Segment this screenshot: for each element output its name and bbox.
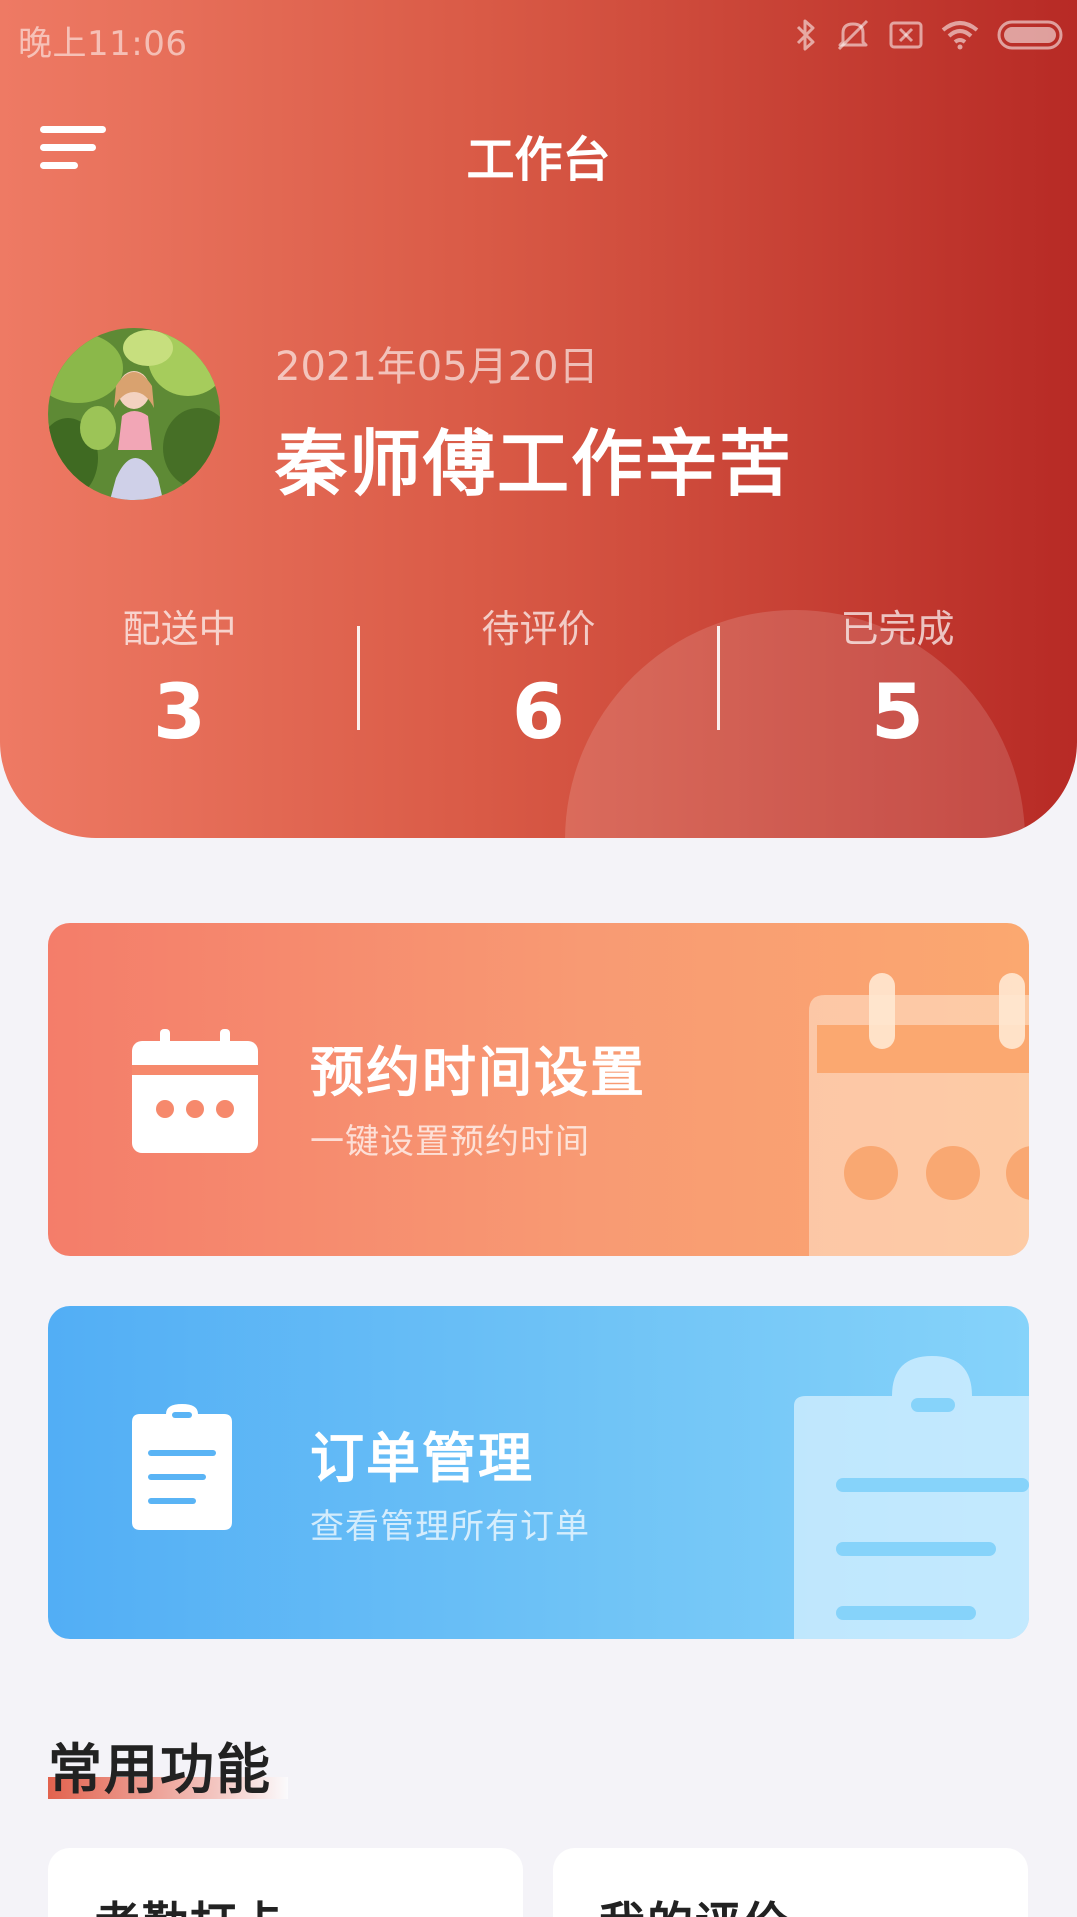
header-card: 晚上11:06 工作台 2021年05月20日 秦师傅工作辛苦 配送中 3 待评… xyxy=(0,0,1077,838)
sim-off-icon xyxy=(889,21,923,53)
page-title: 工作台 xyxy=(466,132,611,188)
calendar-bg-icon xyxy=(809,973,1029,1256)
status-icons xyxy=(795,18,1063,56)
mute-icon xyxy=(835,18,871,56)
stat-label: 已完成 xyxy=(840,607,955,651)
stat-divider xyxy=(357,626,360,730)
status-time: 晚上11:06 xyxy=(18,24,188,64)
battery-icon xyxy=(997,20,1063,54)
function-label: 考勤打卡 xyxy=(94,1888,286,1917)
stat-label: 待评价 xyxy=(481,607,596,651)
workbench-page: 晚上11:06 工作台 2021年05月20日 秦师傅工作辛苦 配送中 3 待评… xyxy=(0,0,1077,1917)
stat-completed[interactable]: 已完成 5 xyxy=(718,598,1077,758)
my-reviews-card[interactable]: 我的评价 xyxy=(553,1848,1028,1917)
date-text: 2021年05月20日 xyxy=(275,344,599,390)
attendance-card[interactable]: 考勤打卡 xyxy=(48,1848,523,1917)
stat-value: 3 xyxy=(153,667,206,756)
stat-value: 6 xyxy=(512,667,565,756)
order-management-card[interactable]: 订单管理 查看管理所有订单 xyxy=(48,1306,1029,1639)
clipboard-bg-icon xyxy=(794,1356,1029,1639)
card-subtitle: 查看管理所有订单 xyxy=(310,1507,590,1547)
card-subtitle: 一键设置预约时间 xyxy=(310,1122,590,1162)
function-label: 我的评价 xyxy=(599,1888,791,1917)
common-functions-heading: 常用功能 xyxy=(48,1725,288,1804)
card-title: 订单管理 xyxy=(310,1427,534,1490)
stat-pending-review[interactable]: 待评价 6 xyxy=(359,598,718,758)
section-title: 常用功能 xyxy=(48,1738,272,1801)
stat-divider xyxy=(717,626,720,730)
bluetooth-icon xyxy=(795,18,817,56)
clipboard-icon xyxy=(132,1404,232,1534)
stat-value: 5 xyxy=(871,667,924,756)
appointment-time-card[interactable]: 预约时间设置 一键设置预约时间 xyxy=(48,923,1029,1256)
stat-label: 配送中 xyxy=(122,607,237,651)
wifi-icon xyxy=(941,20,979,54)
status-bar: 晚上11:06 xyxy=(0,0,1077,74)
stats-row: 配送中 3 待评价 6 已完成 5 xyxy=(0,598,1077,758)
greeting-text: 秦师傅工作辛苦 xyxy=(275,422,794,506)
calendar-icon xyxy=(132,1029,258,1157)
card-title: 预约时间设置 xyxy=(310,1041,646,1104)
stat-delivering[interactable]: 配送中 3 xyxy=(0,598,359,758)
avatar[interactable] xyxy=(48,328,220,500)
